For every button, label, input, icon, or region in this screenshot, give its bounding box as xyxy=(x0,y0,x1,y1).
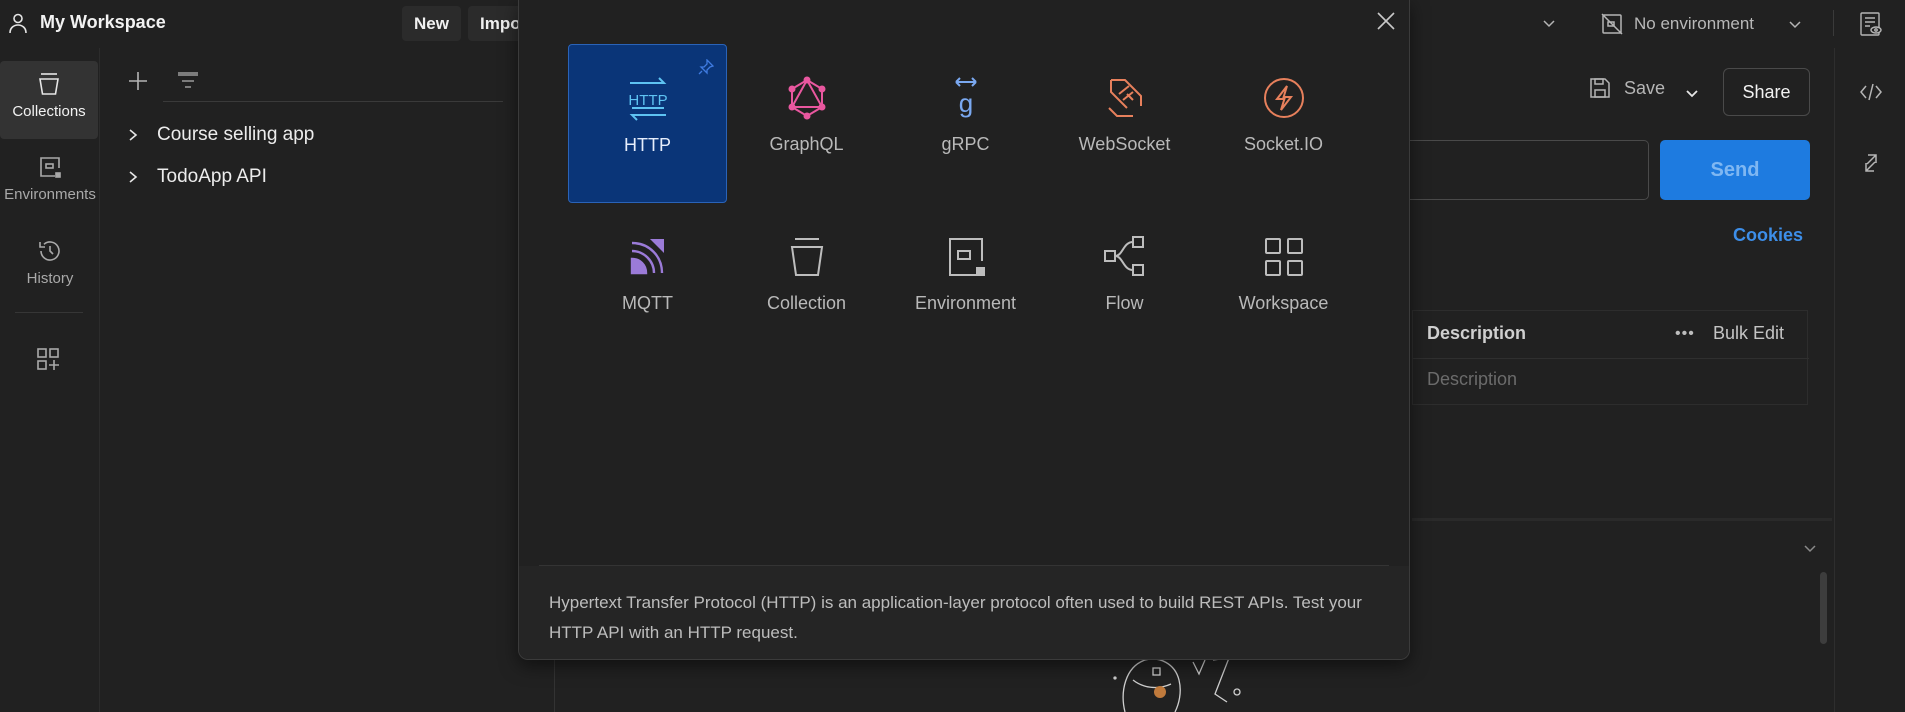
send-button[interactable]: Send xyxy=(1660,140,1810,200)
left-rail: Collections Environments History xyxy=(0,48,100,712)
svg-text:g: g xyxy=(958,88,972,118)
environment-icon xyxy=(942,233,990,281)
collection-item[interactable]: Course selling app xyxy=(127,120,314,150)
websocket-icon xyxy=(1101,74,1149,122)
description-input[interactable]: Description xyxy=(1427,369,1517,390)
divider xyxy=(1413,358,1809,359)
save-label: Save xyxy=(1624,77,1666,98)
environments-icon xyxy=(40,157,61,178)
save-button[interactable]: Save xyxy=(1588,76,1665,100)
flow-icon xyxy=(1101,233,1149,281)
tile-label: Socket.IO xyxy=(1243,134,1324,154)
pin-icon[interactable] xyxy=(698,59,714,75)
rail-item-environments[interactable]: Environments xyxy=(0,144,100,222)
add-apps-icon[interactable] xyxy=(35,346,61,372)
rail-label: Environments xyxy=(4,186,96,203)
history-icon xyxy=(39,241,60,261)
environment-quick-look-icon[interactable] xyxy=(1858,11,1884,37)
collection-name: TodoApp API xyxy=(157,166,267,187)
rail-label: History xyxy=(26,270,74,287)
new-socketio-tile[interactable]: Socket.IO xyxy=(1204,44,1363,203)
share-button[interactable]: Share xyxy=(1723,68,1810,116)
chevron-down-icon xyxy=(1786,15,1804,33)
mqtt-icon xyxy=(624,233,672,281)
grpc-icon: g xyxy=(942,74,990,122)
rail-item-collections[interactable]: Collections xyxy=(0,61,98,139)
tile-label: WebSocket xyxy=(1078,134,1171,154)
divider xyxy=(15,312,83,313)
tile-label: GraphQL xyxy=(769,134,844,154)
close-icon[interactable] xyxy=(1373,8,1399,34)
divider xyxy=(539,565,1389,566)
tile-label: Workspace xyxy=(1238,293,1329,313)
new-http-tile[interactable]: HTTP HTTP xyxy=(568,44,727,203)
tile-label: Flow xyxy=(1105,293,1144,313)
socketio-icon xyxy=(1260,74,1308,122)
collections-icon xyxy=(39,73,59,95)
create-new-modal: HTTP HTTP GraphQL g gRPC WebSocket Socke… xyxy=(518,0,1410,660)
column-header-description: Description xyxy=(1427,323,1527,343)
chevron-right-icon xyxy=(127,170,139,184)
related-icon[interactable] xyxy=(1860,152,1882,174)
collection-item[interactable]: TodoApp API xyxy=(127,162,267,192)
new-workspace-tile[interactable]: Workspace xyxy=(1204,203,1363,362)
chevron-down-icon[interactable] xyxy=(1540,14,1558,32)
tile-label: Environment xyxy=(914,293,1017,313)
right-rail xyxy=(1834,48,1905,712)
save-options-chevron-icon[interactable] xyxy=(1683,84,1701,102)
filter-input[interactable] xyxy=(163,62,503,102)
environment-selector[interactable]: No environment xyxy=(1600,10,1804,38)
tile-label: Collection xyxy=(766,293,847,313)
add-icon[interactable] xyxy=(127,70,149,92)
svg-text:HTTP: HTTP xyxy=(628,92,667,109)
collections-sidebar: Course selling app TodoApp API xyxy=(101,48,555,712)
save-icon xyxy=(1588,76,1612,100)
cookies-link[interactable]: Cookies xyxy=(1733,225,1803,246)
tile-label: gRPC xyxy=(941,134,990,154)
modal-description-panel: Hypertext Transfer Protocol (HTTP) is an… xyxy=(519,566,1409,659)
response-divider[interactable] xyxy=(1412,518,1832,521)
new-grpc-tile[interactable]: g gRPC xyxy=(886,44,1045,203)
new-mqtt-tile[interactable]: MQTT xyxy=(568,203,727,362)
http-icon: HTTP xyxy=(624,75,672,123)
new-collection-tile[interactable]: Collection xyxy=(727,203,886,362)
new-environment-tile[interactable]: Environment xyxy=(886,203,1045,362)
user-icon xyxy=(6,11,30,35)
chevron-right-icon xyxy=(127,128,139,142)
new-flow-tile[interactable]: Flow xyxy=(1045,203,1204,362)
new-button[interactable]: New xyxy=(402,6,461,41)
item-description: Hypertext Transfer Protocol (HTTP) is an… xyxy=(549,593,1362,642)
new-graphql-tile[interactable]: GraphQL xyxy=(727,44,886,203)
url-input[interactable] xyxy=(1380,140,1649,200)
chevron-down-icon[interactable] xyxy=(1802,540,1818,556)
collection-icon xyxy=(783,233,831,281)
rail-item-history[interactable]: History xyxy=(0,228,100,306)
more-options-icon[interactable]: ••• xyxy=(1675,325,1695,343)
divider xyxy=(1833,10,1834,36)
workspace-icon xyxy=(1260,233,1308,281)
collection-name: Course selling app xyxy=(157,124,315,145)
scrollbar[interactable] xyxy=(1820,572,1827,644)
tile-label: MQTT xyxy=(622,293,673,313)
tile-label: HTTP xyxy=(624,135,671,155)
environment-label: No environment xyxy=(1634,14,1755,33)
code-icon[interactable] xyxy=(1859,82,1883,102)
bulk-edit-button[interactable]: Bulk Edit xyxy=(1713,323,1784,344)
no-environment-icon xyxy=(1600,12,1624,36)
filter-icon xyxy=(177,72,199,92)
rail-label: Collections xyxy=(12,103,86,120)
params-table: Description ••• Bulk Edit Description xyxy=(1412,310,1809,405)
new-websocket-tile[interactable]: WebSocket xyxy=(1045,44,1204,203)
graphql-icon xyxy=(783,74,831,122)
workspace-title[interactable]: My Workspace xyxy=(40,12,166,33)
